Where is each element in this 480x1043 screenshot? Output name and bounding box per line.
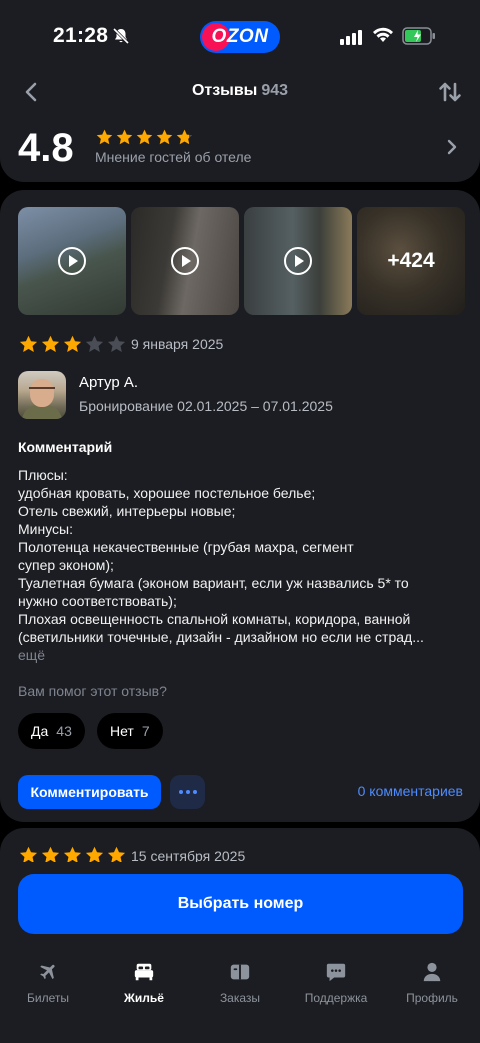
tab-label: Заказы <box>219 991 261 1005</box>
comment-body: Плюсы: удобная кровать, хорошее постельн… <box>18 466 463 646</box>
star-icon <box>63 335 82 352</box>
read-more-link[interactable]: ещё <box>18 647 45 663</box>
tab-housing[interactable]: Жильё <box>96 952 192 1012</box>
play-icon <box>171 247 199 275</box>
rating-summary[interactable]: 4.8 Мнение гостей об отеле <box>0 112 480 182</box>
ozon-logo: OZON <box>200 21 280 53</box>
chevron-right-icon <box>447 139 457 155</box>
avatar[interactable] <box>18 371 66 419</box>
rating-subtitle: Мнение гостей об отеле <box>95 149 252 165</box>
tab-label: Поддержка <box>304 991 368 1005</box>
comment-line: Полотенца некачественные (грубая махра, … <box>18 539 354 555</box>
star-icon <box>156 129 173 145</box>
star-icon <box>107 335 126 352</box>
page-title: Отзывы 943 <box>0 82 480 100</box>
star-icon <box>19 335 38 352</box>
comment-line: супер эконом); <box>18 557 114 573</box>
sort-button[interactable] <box>436 78 464 106</box>
more-media-count: +424 <box>357 207 465 315</box>
comment-line: Плюсы: <box>18 467 68 483</box>
tab-bar: Билеты Жильё Заказы Поддержка Профиль <box>0 952 480 1012</box>
more-options-button[interactable] <box>170 775 205 809</box>
tab-label: Профиль <box>406 991 458 1005</box>
comment-title: Комментарий <box>18 439 113 455</box>
review-stars <box>18 334 127 355</box>
tab-label: Жильё <box>124 991 164 1005</box>
media-gallery: +424 <box>18 207 465 315</box>
star-icon <box>116 129 133 145</box>
plane-icon <box>36 960 60 984</box>
video-thumbnail[interactable] <box>244 207 352 315</box>
chat-icon <box>324 960 348 984</box>
tab-support[interactable]: Поддержка <box>288 952 384 1012</box>
helpful-question: Вам помог этот отзыв? <box>18 683 167 699</box>
wifi-icon <box>373 27 393 42</box>
comment-line: Туалетная бумага (эконом вариант, если у… <box>18 575 409 591</box>
bottom-panel: Выбрать номер Билеты Жильё Заказы Поддер… <box>0 862 480 1043</box>
tab-orders[interactable]: Заказы <box>192 952 288 1012</box>
author-name: Артур А. <box>79 374 139 391</box>
play-icon <box>58 247 86 275</box>
video-thumbnail[interactable] <box>18 207 126 315</box>
star-icon <box>41 335 60 352</box>
comment-line: Плохая освещенность спальной комнаты, ко… <box>18 611 411 627</box>
tab-profile[interactable]: Профиль <box>384 952 480 1012</box>
vote-yes-label: Да <box>31 723 49 739</box>
reviews-count: 943 <box>261 82 289 99</box>
person-icon <box>420 960 444 984</box>
battery-icon <box>402 27 435 45</box>
tab-label: Билеты <box>27 991 69 1005</box>
dot-icon <box>192 790 197 794</box>
booking-dates: Бронирование 02.01.2025 – 07.01.2025 <box>79 398 333 414</box>
status-bar: 21:28 OZON <box>0 0 480 72</box>
vote-no-label: Нет <box>110 723 134 739</box>
header: Отзывы 943 <box>0 72 480 112</box>
video-thumbnail[interactable] <box>131 207 239 315</box>
bell-muted-icon <box>112 27 130 45</box>
summary-stars <box>95 128 194 147</box>
vote-yes-button[interactable]: Да 43 <box>18 713 85 749</box>
more-media-thumbnail[interactable]: +424 <box>357 207 465 315</box>
comment-line: (светильники точечные, дизайн - дизайном… <box>18 629 424 645</box>
dot-icon <box>185 790 190 794</box>
play-icon <box>284 247 312 275</box>
review-card: +424 9 января 2025 Артур А. Бронирование… <box>0 190 480 822</box>
comment-line: нужно соответствовать); <box>18 593 177 609</box>
comment-button[interactable]: Комментировать <box>18 775 161 809</box>
page-title-label: Отзывы <box>191 82 258 99</box>
vote-no-count: 7 <box>141 723 150 739</box>
comment-line: Минусы: <box>18 521 74 537</box>
bed-icon <box>132 960 156 984</box>
comment-line: удобная кровать, хорошее постельное бель… <box>18 485 316 501</box>
status-time: 21:28 <box>53 24 109 47</box>
brand-label: OZON <box>211 26 269 47</box>
dot-icon <box>178 790 183 794</box>
comments-count-link[interactable]: 0 комментариев <box>300 783 463 799</box>
comment-line: Отель свежий, интерьеры новые; <box>18 503 236 519</box>
star-icon <box>96 129 113 145</box>
vote-yes-count: 43 <box>56 723 72 739</box>
signal-icon <box>340 30 362 45</box>
star-icon <box>85 335 104 352</box>
star-icon <box>176 129 193 145</box>
review-date: 9 января 2025 <box>131 336 224 352</box>
vote-no-button[interactable]: Нет 7 <box>97 713 163 749</box>
rating-score: 4.8 <box>18 126 74 170</box>
star-icon <box>136 129 153 145</box>
box-icon <box>228 960 252 984</box>
sort-arrows-icon <box>439 82 461 102</box>
tab-tickets[interactable]: Билеты <box>0 952 96 1012</box>
choose-room-button[interactable]: Выбрать номер <box>18 874 463 934</box>
